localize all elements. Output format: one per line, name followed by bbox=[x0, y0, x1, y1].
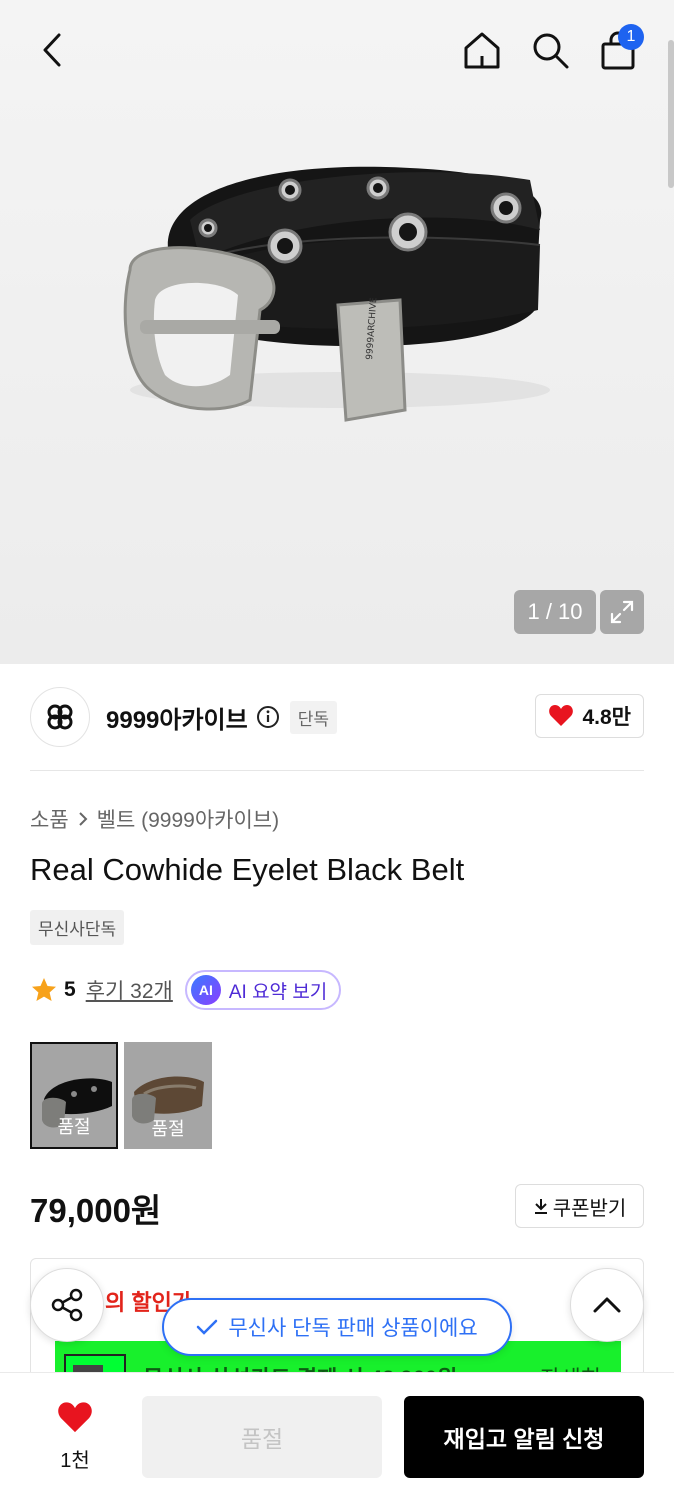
share-icon bbox=[51, 1288, 83, 1322]
brand-like-button[interactable]: 4.8만 bbox=[535, 694, 644, 738]
home-icon bbox=[464, 32, 500, 69]
info-icon[interactable] bbox=[256, 705, 280, 729]
soldout-button: 품절 bbox=[142, 1396, 382, 1478]
brand-like-count: 4.8만 bbox=[582, 706, 631, 729]
rating-row: 5 후기 32개 AI AI 요약 보기 bbox=[30, 970, 342, 1010]
search-button[interactable] bbox=[526, 26, 574, 74]
ai-icon: AI bbox=[190, 975, 221, 1005]
back-button[interactable] bbox=[28, 26, 76, 74]
chevron-left-icon bbox=[43, 33, 61, 67]
ai-summary-button[interactable]: AI AI 요약 보기 bbox=[184, 970, 342, 1010]
scrollbar[interactable] bbox=[668, 40, 674, 188]
breadcrumb-category[interactable]: 소품 bbox=[30, 804, 69, 834]
brand-name[interactable]: 9999아카이브 bbox=[106, 700, 248, 735]
search-icon bbox=[533, 33, 569, 69]
scroll-top-button[interactable] bbox=[570, 1268, 644, 1342]
exclusive-badge: 무신사단독 bbox=[30, 910, 125, 945]
breadcrumb-subcategory[interactable]: 벨트 (9999아카이브) bbox=[97, 804, 279, 834]
share-button[interactable] bbox=[30, 1268, 104, 1342]
ai-summary-label: AI 요약 보기 bbox=[228, 981, 328, 1003]
coupon-button[interactable]: 쿠폰받기 bbox=[515, 1184, 644, 1228]
brand-logo-icon bbox=[47, 704, 73, 730]
expand-icon bbox=[610, 600, 634, 624]
wishlist-count: 1천 bbox=[60, 1450, 90, 1472]
bottom-action-bar: 1천 품절 재입고 알림 신청 bbox=[0, 1372, 674, 1500]
breadcrumb: 소품 벨트 (9999아카이브) bbox=[30, 804, 279, 834]
heart-icon bbox=[549, 705, 574, 726]
belt-product-image: 9999ARCHIVE bbox=[123, 166, 550, 422]
check-icon bbox=[197, 1319, 218, 1335]
product-image-gallery[interactable]: 1 9999ARCHIVE 1 / 10 bbox=[0, 0, 674, 664]
brand-row: 9999아카이브 단독 4.8만 bbox=[30, 686, 644, 748]
cart-count-badge: 1 bbox=[618, 24, 644, 50]
rating-value: 5 bbox=[64, 978, 76, 1001]
toast-message: 무신사 단독 판매 상품이에요 bbox=[228, 1317, 478, 1340]
option-thumb-brown[interactable]: 품절 bbox=[124, 1042, 212, 1149]
option-soldout-label: 품절 bbox=[57, 1117, 91, 1137]
restock-alert-button[interactable]: 재입고 알림 신청 bbox=[404, 1396, 644, 1478]
exclusive-toast: 무신사 단독 판매 상품이에요 bbox=[162, 1298, 512, 1356]
divider bbox=[30, 770, 644, 771]
option-thumb-black[interactable]: 품절 bbox=[30, 1042, 118, 1149]
product-price: 79,000원 bbox=[30, 1192, 162, 1229]
star-icon bbox=[32, 978, 56, 1001]
download-icon bbox=[534, 1199, 547, 1214]
home-button[interactable] bbox=[458, 26, 506, 74]
exclusive-tag: 단독 bbox=[289, 700, 337, 734]
product-title: Real Cowhide Eyelet Black Belt bbox=[30, 852, 465, 887]
wishlist-button[interactable]: 1천 bbox=[44, 1401, 106, 1473]
cart-button[interactable]: 1 bbox=[594, 24, 644, 74]
brand-logo[interactable] bbox=[30, 687, 90, 747]
chevron-up-icon bbox=[593, 1297, 621, 1313]
heart-icon bbox=[58, 1402, 92, 1433]
review-count-link[interactable]: 후기 32개 bbox=[86, 975, 173, 1005]
option-soldout-label: 품절 bbox=[151, 1119, 185, 1139]
chevron-right-icon bbox=[78, 812, 88, 826]
image-page-indicator: 1 / 10 bbox=[514, 590, 596, 634]
expand-image-button[interactable] bbox=[600, 590, 644, 634]
coupon-label: 쿠폰받기 bbox=[552, 1197, 627, 1220]
